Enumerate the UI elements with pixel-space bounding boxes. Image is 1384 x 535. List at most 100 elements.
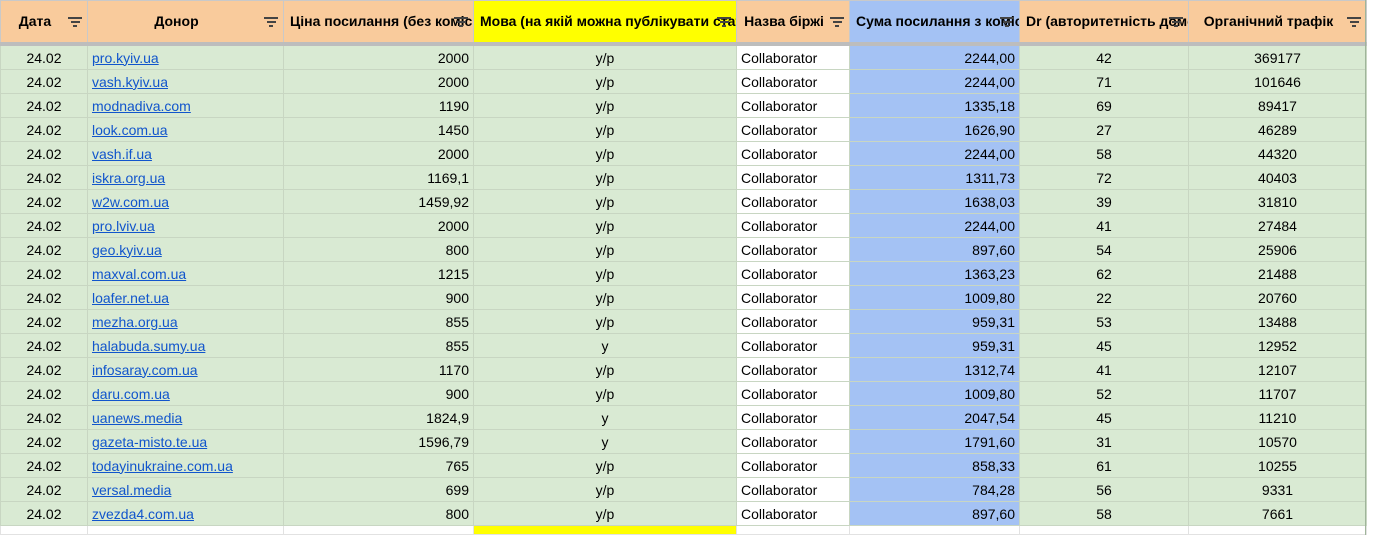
cell-traffic[interactable]: 20760 — [1188, 285, 1367, 310]
cell-exchange[interactable]: Collaborator — [736, 189, 850, 214]
cell-sum[interactable]: 1335,18 — [849, 93, 1020, 118]
cell-dr[interactable]: 69 — [1019, 93, 1189, 118]
cell-language[interactable]: у/р — [473, 69, 737, 94]
donor-link[interactable]: vash.if.ua — [92, 146, 152, 162]
cell-exchange[interactable]: Collaborator — [736, 357, 850, 382]
cell-dr[interactable]: 72 — [1019, 165, 1189, 190]
filter-icon[interactable] — [717, 15, 731, 29]
cell-dr[interactable]: 71 — [1019, 69, 1189, 94]
cell-exchange[interactable]: Collaborator — [736, 261, 850, 286]
cell-language[interactable]: у/р — [473, 453, 737, 478]
cell-donor[interactable]: vash.if.ua — [87, 141, 284, 166]
donor-link[interactable]: maxval.com.ua — [92, 266, 186, 282]
cell-traffic[interactable]: 10255 — [1188, 453, 1367, 478]
cell-traffic[interactable]: 13488 — [1188, 309, 1367, 334]
cell-exchange[interactable]: Collaborator — [736, 213, 850, 238]
cell-date[interactable]: 24.02 — [0, 405, 88, 430]
cell-dr[interactable]: 45 — [1019, 405, 1189, 430]
donor-link[interactable]: look.com.ua — [92, 122, 167, 138]
filter-icon[interactable] — [830, 15, 844, 29]
cell-traffic[interactable]: 21488 — [1188, 261, 1367, 286]
cell-donor[interactable]: halabuda.sumy.ua — [87, 333, 284, 358]
cell-donor[interactable]: w2w.com.ua — [87, 189, 284, 214]
cell-language[interactable]: у/р — [473, 43, 737, 70]
donor-link[interactable]: vash.kyiv.ua — [92, 74, 168, 90]
cell-language[interactable]: у/р — [473, 309, 737, 334]
cell-date[interactable]: 24.02 — [0, 477, 88, 502]
cell-price[interactable]: 855 — [283, 309, 474, 334]
cell-sum[interactable]: 1312,74 — [849, 357, 1020, 382]
cell-sum[interactable]: 2244,00 — [849, 69, 1020, 94]
cell-date[interactable]: 24.02 — [0, 501, 88, 526]
cell-date[interactable]: 24.02 — [0, 357, 88, 382]
header-date[interactable]: Дата — [0, 0, 88, 46]
cell-exchange[interactable]: Collaborator — [736, 429, 850, 454]
cell-exchange[interactable]: Collaborator — [736, 69, 850, 94]
cell-date[interactable]: 24.02 — [0, 189, 88, 214]
cell-traffic[interactable]: 12107 — [1188, 357, 1367, 382]
header-price[interactable]: Ціна посилання (без комісії біржі) — [283, 0, 474, 46]
cell-date[interactable]: 24.02 — [0, 117, 88, 142]
filter-icon[interactable] — [1000, 15, 1014, 29]
header-traffic[interactable]: Органічний трафік — [1188, 0, 1367, 46]
cell-price[interactable]: 1215 — [283, 261, 474, 286]
cell-date[interactable]: 24.02 — [0, 453, 88, 478]
cell-donor[interactable]: geo.kyiv.ua — [87, 237, 284, 262]
cell-sum[interactable]: 897,60 — [849, 501, 1020, 526]
cell-dr[interactable]: 58 — [1019, 141, 1189, 166]
cell-language[interactable]: у/р — [473, 285, 737, 310]
cell-language[interactable]: у — [473, 333, 737, 358]
cell-dr[interactable]: 58 — [1019, 501, 1189, 526]
cell-date[interactable]: 24.02 — [0, 237, 88, 262]
cell-exchange[interactable]: Collaborator — [736, 165, 850, 190]
cell-dr[interactable]: 22 — [1019, 285, 1189, 310]
donor-link[interactable]: halabuda.sumy.ua — [92, 338, 205, 354]
cell-sum[interactable]: 1791,60 — [849, 429, 1020, 454]
cell-date[interactable]: 24.02 — [0, 141, 88, 166]
cell-date[interactable]: 24.02 — [0, 285, 88, 310]
cell-price[interactable]: 900 — [283, 381, 474, 406]
cell-price[interactable]: 1824,9 — [283, 405, 474, 430]
cell-traffic[interactable]: 46289 — [1188, 117, 1367, 142]
header-exchange[interactable]: Назва біржі — [736, 0, 850, 46]
empty-cell[interactable] — [87, 525, 284, 535]
cell-sum[interactable]: 2047,54 — [849, 405, 1020, 430]
cell-dr[interactable]: 54 — [1019, 237, 1189, 262]
cell-sum[interactable]: 858,33 — [849, 453, 1020, 478]
cell-traffic[interactable]: 44320 — [1188, 141, 1367, 166]
cell-sum[interactable]: 2244,00 — [849, 141, 1020, 166]
cell-date[interactable]: 24.02 — [0, 213, 88, 238]
cell-price[interactable]: 1459,92 — [283, 189, 474, 214]
donor-link[interactable]: todayinukraine.com.ua — [92, 458, 233, 474]
cell-price[interactable]: 2000 — [283, 43, 474, 70]
cell-language[interactable]: у/р — [473, 501, 737, 526]
cell-language[interactable]: у/р — [473, 381, 737, 406]
cell-dr[interactable]: 27 — [1019, 117, 1189, 142]
cell-exchange[interactable]: Collaborator — [736, 405, 850, 430]
donor-link[interactable]: infosaray.com.ua — [92, 362, 198, 378]
donor-link[interactable]: daru.com.ua — [92, 386, 170, 402]
cell-donor[interactable]: iskra.org.ua — [87, 165, 284, 190]
cell-exchange[interactable]: Collaborator — [736, 117, 850, 142]
donor-link[interactable]: pro.kyiv.ua — [92, 50, 159, 66]
cell-price[interactable]: 2000 — [283, 141, 474, 166]
donor-link[interactable]: modnadiva.com — [92, 98, 191, 114]
cell-traffic[interactable]: 25906 — [1188, 237, 1367, 262]
header-sum[interactable]: Сума посилання з комісією біржі — [849, 0, 1020, 46]
cell-dr[interactable]: 45 — [1019, 333, 1189, 358]
cell-sum[interactable]: 1009,80 — [849, 381, 1020, 406]
header-dr[interactable]: Dr (авторитетність домену) — [1019, 0, 1189, 46]
cell-date[interactable]: 24.02 — [0, 93, 88, 118]
cell-traffic[interactable]: 10570 — [1188, 429, 1367, 454]
cell-traffic[interactable]: 101646 — [1188, 69, 1367, 94]
cell-price[interactable]: 765 — [283, 453, 474, 478]
empty-cell[interactable] — [473, 525, 737, 535]
filter-icon[interactable] — [454, 15, 468, 29]
cell-donor[interactable]: zvezda4.com.ua — [87, 501, 284, 526]
header-language[interactable]: Мова (на якій можна публікувати статті) — [473, 0, 737, 46]
cell-date[interactable]: 24.02 — [0, 333, 88, 358]
cell-exchange[interactable]: Collaborator — [736, 477, 850, 502]
cell-donor[interactable]: look.com.ua — [87, 117, 284, 142]
cell-date[interactable]: 24.02 — [0, 69, 88, 94]
empty-cell[interactable] — [849, 525, 1020, 535]
